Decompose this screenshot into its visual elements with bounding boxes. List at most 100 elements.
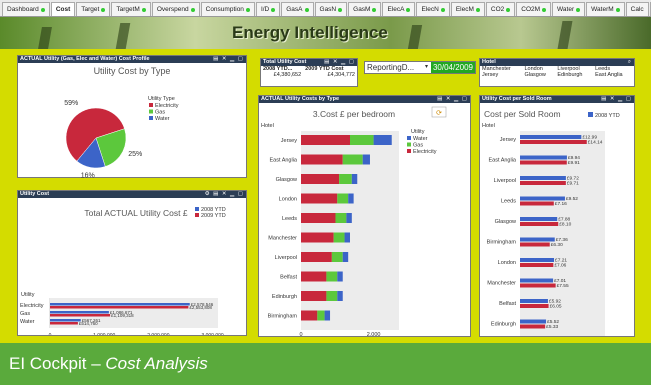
panel-controls-icon[interactable]: ▤ ✕ ▁ ▢ [324,59,355,66]
panel-header[interactable]: Utility Cost per Sold Room ▤ ✕ ▁ ▢ [480,96,634,103]
bar-gas [317,310,325,321]
category-label: Belfast [280,275,297,281]
category-label: Manchester [268,236,297,242]
bar-electricity [301,135,350,145]
panel-header[interactable]: ACTUAL Utility (Gas, Elec and Water) Cos… [18,56,246,63]
category-label: Edinburgh [272,294,297,300]
sheet-tab-elecn[interactable]: ElecN [416,2,450,16]
banner-tree-graphic [557,21,573,49]
bar-water [346,213,352,223]
bar-gas [342,154,363,165]
tab-status-dot-icon [101,7,106,12]
bar-2008-ytd [520,237,555,242]
bar-2008-ytd [520,319,547,324]
panel-header-title: Utility Cost per Sold Room [482,96,552,102]
sheet-tab-target[interactable]: Target [76,2,111,16]
sheet-tab-label: Cost [55,6,71,13]
hotel-list: Manchester London Liverpool Leeds Jersey Glas… [480,66,634,78]
sheet-tab-label: ElecM [455,6,474,13]
tab-status-dot-icon [40,7,45,12]
hotel-list-item[interactable]: Glasgow [522,72,555,78]
sheet-tab-co2m[interactable]: CO2M [516,2,552,16]
sheet-tab-consumption[interactable]: Consumption [200,2,255,16]
bar-gas [337,193,349,204]
pie-chart-panel: ACTUAL Utility (Gas, Elec and Water) Cos… [17,55,247,179]
sheet-tab-calc[interactable]: Calc [625,2,649,16]
legend-label: 2009 YTD [201,213,226,219]
tick-label: 1,000,000 [93,333,115,335]
reporting-date-value: 30/04/2009 [431,62,475,73]
search-icon[interactable]: ⌕ [628,59,632,66]
tab-status-dot-icon [271,7,276,12]
bar-2008-ytd [520,217,558,221]
hotel-list-item[interactable]: East Anglia [593,72,634,78]
banner-tree-graphic [38,27,52,49]
bar-gas [331,252,343,262]
tab-status-dot-icon [406,7,411,12]
axis-label: Hotel [482,123,495,129]
panel-controls-icon[interactable]: ▤ ✕ ▁ ▢ [437,96,468,103]
sheet-tab-label: Target [81,6,100,13]
hotel-list-item[interactable]: Jersey [480,72,522,78]
sheet-tab-elecm[interactable]: ElecM [450,2,485,16]
panel-header[interactable]: Utility Cost ⚙ ▤ ✕ ▁ ▢ [18,191,246,198]
sheet-tab-gasm[interactable]: GasM [348,2,382,16]
panel-controls-icon[interactable]: ▤ ✕ ▁ ▢ [601,96,632,103]
sheet-tab-i-d[interactable]: I/D [255,2,281,16]
bar-2008-ytd [520,196,565,201]
sheet-tab-label: Overspend [156,6,189,13]
reporting-date-selector[interactable]: ReportingD... ▾ 30/04/2009 [364,61,476,74]
sheet-tab-water[interactable]: Water [552,2,586,16]
panel-header-title: Hotel [482,59,496,65]
legend-label: Gas [413,143,423,149]
bar-water [351,174,358,184]
data-label: £6.30 [551,242,563,248]
tab-status-dot-icon [304,7,309,12]
footer-prefix: EI Cockpit – [9,354,106,373]
legend-label: Water [413,136,428,142]
panel-controls-icon[interactable]: ▤ ✕ ▁ ▢ [213,56,244,63]
sheet-tab-label: I/D [260,6,270,13]
sheet-tab-cost[interactable]: Cost [50,2,76,16]
sheet-tab-gasa[interactable]: GasA [281,2,314,16]
sheet-tab-dashboard[interactable]: Dashboard [2,2,50,16]
bar-electricity [301,291,327,301]
sheet-tab-label: Consumption [205,6,244,13]
tab-status-dot-icon [576,7,581,12]
panel-controls-icon[interactable]: ⚙ ▤ ✕ ▁ ▢ [205,191,244,198]
panel-header-title: Total Utility Cost [263,59,307,65]
category-label: Jersey [500,137,516,143]
legend-title: Utility [411,129,425,135]
pie-slice-label: 25% [128,151,142,158]
panel-header[interactable]: Total Utility Cost ▤ ✕ ▁ ▢ [261,59,357,66]
category-label: Glasgow [495,219,516,225]
data-label: £1,109,318 [111,313,134,318]
utility-cost-chart: Total ACTUAL Utility Cost £2008 YTD2009 … [20,207,226,339]
hotel-list-item[interactable]: Edinburgh [555,72,593,78]
panel-header[interactable]: ACTUAL Utility Costs by Type ▤ ✕ ▁ ▢ [259,96,470,103]
tick-label: 0 [299,332,302,336]
sheet-tab-eleca[interactable]: ElecA [382,2,416,16]
total-utility-cost-panel: Total Utility Cost ▤ ✕ ▁ ▢ 2008 YTD... 200… [260,58,358,87]
category-label: London [279,197,297,203]
banner: Energy Intelligence [0,17,651,49]
sheet-tab-targetm[interactable]: TargetM [111,2,151,16]
legend-swatch [149,103,153,107]
footer-suffix: Cost Analysis [105,354,208,373]
category-label: London [498,260,516,266]
sheet-tab-gasn[interactable]: GasN [314,2,348,16]
bar-water [362,154,370,165]
panel-header-title: ACTUAL Utility Costs by Type [261,96,340,102]
axis-label: Hotel [261,123,274,129]
sheet-tab-overspend[interactable]: Overspend [151,2,200,16]
bar-water [344,232,350,243]
category-label: Glasgow [276,177,297,183]
bar-gas [335,213,347,223]
sheet-tab-label: TargetM [116,6,140,13]
sheet-tab-co2[interactable]: CO2 [485,2,516,16]
banner-tree-graphic [115,23,131,49]
legend-label: Water [155,116,170,122]
sheet-tab-waterm[interactable]: WaterM [586,2,625,16]
sheet-tab-bar: Dashboard Cost Target TargetM Overspend Consu… [0,0,651,17]
panel-header[interactable]: Hotel ⌕ [480,59,634,66]
